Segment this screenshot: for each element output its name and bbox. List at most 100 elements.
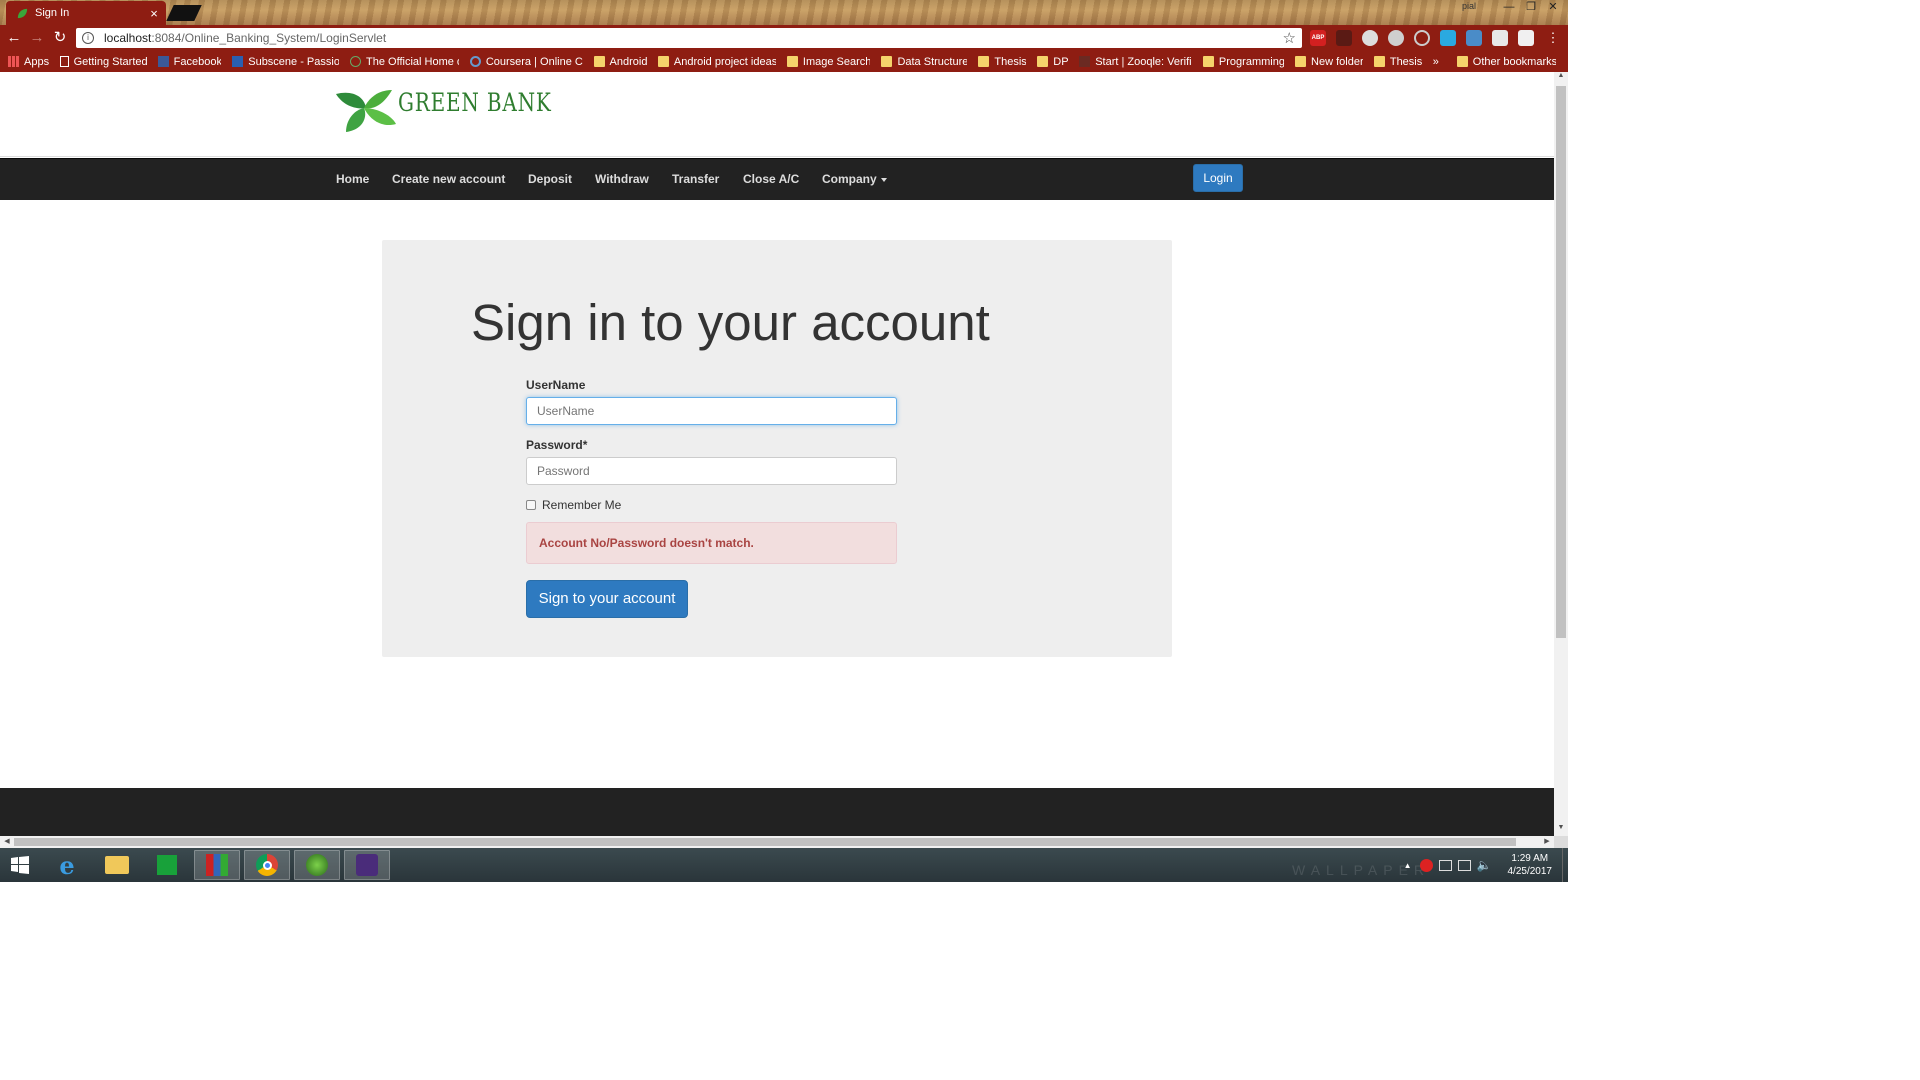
leaf-favicon-icon: [17, 8, 28, 18]
other-bookmarks[interactable]: Other bookmarks: [1456, 56, 1556, 68]
nav-home[interactable]: Home: [336, 172, 369, 186]
bookmark-star-icon[interactable]: ☆: [1283, 29, 1296, 47]
bookmark-android[interactable]: Android: [593, 56, 647, 68]
system-clock[interactable]: 1:29 AM 4/25/2017: [1508, 852, 1553, 878]
nav-company-label: Company: [822, 172, 877, 186]
bookmark-subscene[interactable]: Subscene - Passionat: [232, 56, 339, 68]
browser-tab[interactable]: Sign In ×: [6, 1, 166, 25]
file-explorer-icon[interactable]: [94, 850, 140, 880]
nav-company-dropdown[interactable]: Company: [822, 172, 887, 186]
tab-close-icon[interactable]: ×: [146, 6, 162, 21]
password-input[interactable]: [526, 457, 897, 485]
windows-store-icon[interactable]: [144, 850, 190, 880]
bookmark-data-structure[interactable]: Data Structure: [881, 56, 967, 68]
horizontal-scroll-thumb[interactable]: [14, 838, 1516, 846]
volume-icon[interactable]: 🔈: [1477, 858, 1492, 872]
address-bar[interactable]: i localhost:8084/Online_Banking_System/L…: [76, 28, 1302, 48]
bookmark-thesis-2[interactable]: Thesis: [1373, 56, 1422, 68]
bookmarks-overflow-icon[interactable]: »: [1433, 56, 1439, 68]
nav-close-account[interactable]: Close A/C: [743, 172, 799, 186]
cloud-icon[interactable]: [1362, 30, 1378, 46]
mail-icon[interactable]: [1492, 30, 1508, 46]
caret-down-icon: [880, 177, 887, 182]
nav-create-account[interactable]: Create new account: [392, 172, 505, 186]
java-ee-ide-icon[interactable]: [344, 850, 390, 880]
coursera-icon: [469, 56, 481, 67]
bookmark-programming[interactable]: Programming: [1202, 56, 1284, 68]
folder-icon: [881, 56, 893, 67]
bookmark-facebook[interactable]: Facebook: [157, 56, 221, 68]
restore-icon[interactable]: ❐: [1520, 0, 1542, 14]
bookmark-official-home[interactable]: The Official Home of \: [350, 56, 459, 68]
scroll-right-icon[interactable]: ▶: [1540, 836, 1554, 848]
winrar-icon[interactable]: [194, 850, 240, 880]
username-input[interactable]: [526, 397, 897, 425]
c-extension-icon[interactable]: [1440, 30, 1456, 46]
bookmark-image-search[interactable]: Image Search: [786, 56, 870, 68]
show-desktop-button[interactable]: [1562, 848, 1568, 882]
nav-deposit[interactable]: Deposit: [528, 172, 572, 186]
brand-name[interactable]: GREEN BANK: [398, 88, 552, 117]
minimize-icon[interactable]: —: [1498, 0, 1520, 14]
folder-icon: [1202, 56, 1214, 67]
close-window-icon[interactable]: ✕: [1542, 0, 1564, 14]
shield-extension-icon[interactable]: [1518, 30, 1534, 46]
profile-name[interactable]: pial: [1462, 1, 1476, 11]
antivirus-icon[interactable]: [1419, 858, 1433, 872]
signin-panel: Sign in to your account UserName Passwor…: [382, 240, 1172, 657]
folder-icon: [786, 56, 798, 67]
login-button[interactable]: Login: [1193, 164, 1243, 192]
back-icon[interactable]: ←: [4, 28, 24, 48]
browser-titlebar: [0, 0, 1568, 25]
forward-icon[interactable]: →: [27, 28, 47, 48]
bookmark-zooqle[interactable]: Start | Zooqle: Verifiec: [1079, 56, 1192, 68]
scrollbar-corner: [1554, 836, 1568, 848]
web-page: GREEN BANK Home Create new account Depos…: [0, 72, 1554, 836]
site-icon: [350, 56, 362, 67]
tray-expand-icon[interactable]: ▲: [1404, 861, 1412, 870]
bookmark-apps[interactable]: Apps: [8, 56, 49, 68]
weather-icon[interactable]: [1388, 30, 1404, 46]
bookmark-getting-started[interactable]: Getting Started: [59, 56, 147, 68]
remember-me-checkbox[interactable]: [526, 500, 536, 510]
remember-me-label[interactable]: Remember Me: [542, 498, 621, 512]
horizontal-scrollbar[interactable]: ◀ ▶: [0, 836, 1554, 848]
folder-icon: [593, 56, 605, 67]
internet-explorer-icon[interactable]: e: [44, 850, 90, 880]
info-icon[interactable]: i: [82, 32, 94, 44]
bookmark-new-folder[interactable]: New folder: [1295, 56, 1363, 68]
nav-transfer[interactable]: Transfer: [672, 172, 719, 186]
window-controls: — ❐ ✕: [1498, 0, 1564, 16]
adblock-plus-icon[interactable]: ABP: [1310, 30, 1326, 46]
start-windows-icon[interactable]: [0, 850, 40, 880]
nav-withdraw[interactable]: Withdraw: [595, 172, 649, 186]
password-label: Password*: [526, 438, 588, 452]
extension-dark-icon[interactable]: [1336, 30, 1352, 46]
bookmark-android-project-ideas[interactable]: Android project ideas: [657, 56, 776, 68]
scroll-left-icon[interactable]: ◀: [0, 836, 14, 848]
signin-submit-button[interactable]: Sign to your account: [526, 580, 688, 618]
scroll-up-icon[interactable]: ▲: [1554, 72, 1568, 84]
subscene-icon: [232, 56, 244, 67]
internet-download-manager-icon[interactable]: [294, 850, 340, 880]
network-icon[interactable]: [1457, 859, 1471, 871]
chrome-icon[interactable]: [244, 850, 290, 880]
folder-icon: [657, 56, 669, 67]
action-center-flag-icon[interactable]: [1438, 859, 1452, 871]
folder-icon: [1456, 56, 1468, 67]
bookmark-coursera[interactable]: Coursera | Online Cou: [469, 56, 583, 68]
page-title: Sign in to your account: [471, 294, 990, 351]
scroll-down-icon[interactable]: ▼: [1554, 824, 1568, 836]
bookmarks-bar: Apps Getting Started Facebook Subscene -…: [0, 51, 1568, 72]
url-host: localhost: [104, 31, 152, 45]
bookmark-dp[interactable]: DP: [1037, 56, 1068, 68]
bookmark-thesis[interactable]: Thesis: [978, 56, 1026, 68]
search-extension-icon[interactable]: [1414, 30, 1430, 46]
menu-kebab-icon[interactable]: ⋮: [1543, 28, 1563, 48]
folder-icon: [1295, 56, 1307, 67]
vertical-scrollbar[interactable]: ▲ ▼: [1554, 72, 1568, 836]
vertical-scroll-thumb[interactable]: [1556, 86, 1566, 638]
apps-grid-icon: [8, 56, 19, 67]
translate-icon[interactable]: [1466, 30, 1482, 46]
reload-icon[interactable]: ↻: [50, 28, 70, 48]
